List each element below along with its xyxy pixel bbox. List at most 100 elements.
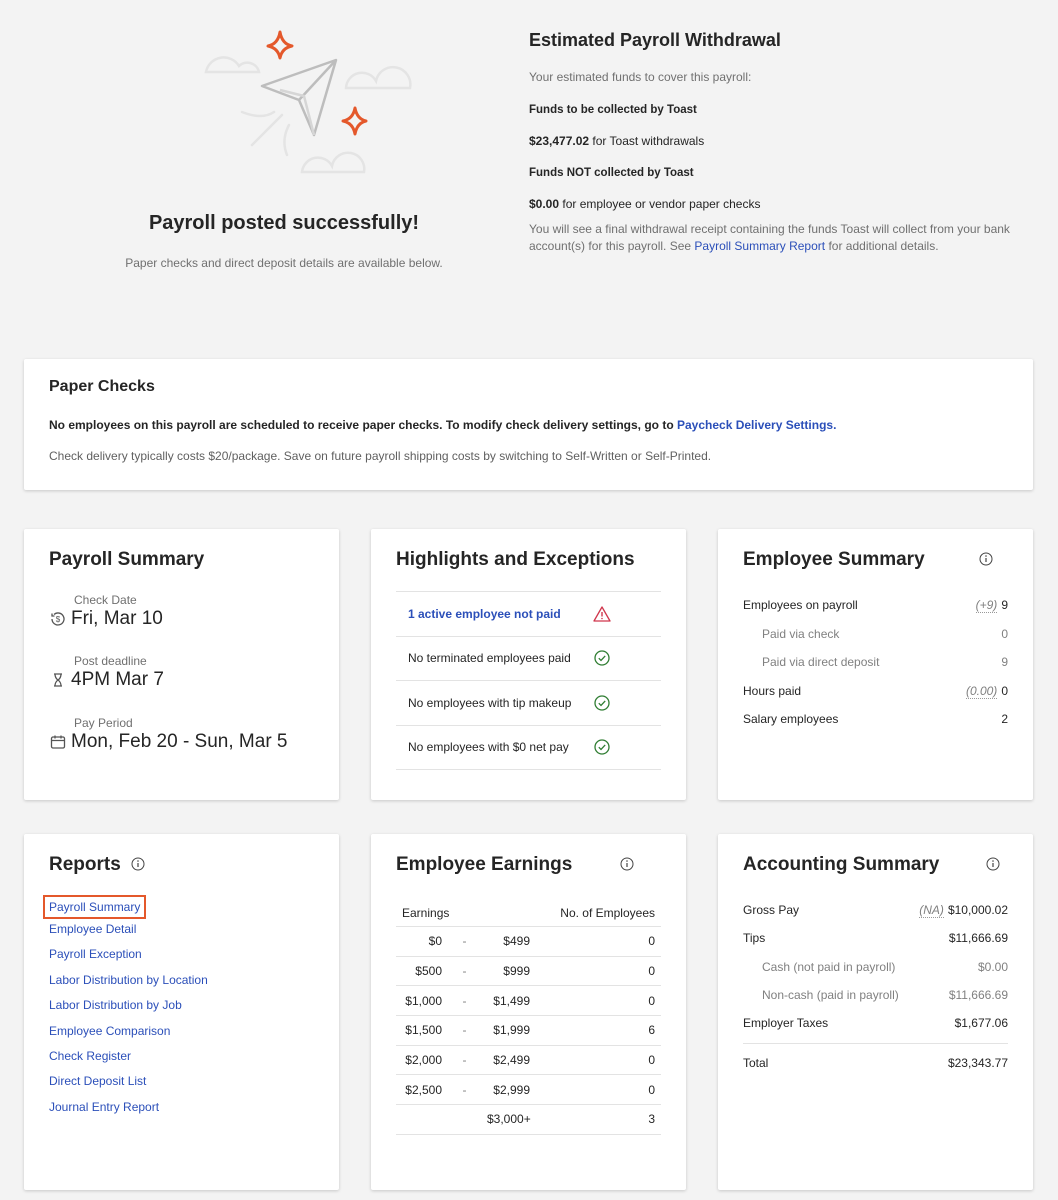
not-collected-line: $0.00 for employee or vendor paper check… [529,197,1019,211]
highlights-list: 1 active employee not paid No terminated… [396,591,661,770]
range-from: $2,500 [405,1082,442,1097]
collected-heading: Funds to be collected by Toast [529,104,697,116]
highlights-title: Highlights and Exceptions [396,549,635,570]
divider [743,1043,1008,1045]
highlight-text: No employees with tip makeup [408,695,572,710]
range-from: $0 [428,934,442,949]
report-link-payroll-summary[interactable]: Payroll Summary [42,895,147,919]
change-note[interactable]: (0.00) [965,683,998,699]
table-row: $2,500 - $2,999 0 [396,1075,661,1106]
row-value-wrap: (NA) $10,000.02 [919,903,1008,919]
report-link-labor-by-location[interactable]: Labor Distribution by Location [49,973,208,998]
row-value-wrap: (+9) 9 [975,598,1008,614]
payroll-summary-report-link[interactable]: Payroll Summary Report [694,239,825,253]
reports-list: Payroll Summary Employee Detail Payroll … [42,895,208,1125]
report-link-employee-detail[interactable]: Employee Detail [49,922,208,947]
paycheck-delivery-settings-link[interactable]: Paycheck Delivery Settings. [677,418,836,432]
col-count: No. of Employees [560,906,655,920]
range-to: $1,999 [493,1023,530,1038]
check-date-item: Check Date $ Fri, Mar 10 [49,593,163,630]
total-label: Total [743,1055,769,1070]
withdrawal-intro: Your estimated funds to cover this payro… [529,70,752,84]
row-label: Paid via direct deposit [762,655,880,670]
row-label: Employees on payroll [743,598,858,613]
employee-count: 0 [648,964,655,979]
not-collected-heading: Funds NOT collected by Toast [529,167,694,179]
note-text-end: for additional details. [825,239,939,253]
report-link-check-register[interactable]: Check Register [49,1049,208,1074]
warning-icon [593,606,611,622]
range-dash: - [462,1023,467,1038]
row-value: 0 [1001,683,1008,698]
col-earnings: Earnings [402,906,450,920]
employee-count: 0 [648,934,655,949]
range-dash: - [462,1053,467,1068]
earnings-table: Earnings No. of Employees $0 - $499 0 $500 -… [396,900,661,1135]
highlight-text: No employees with $0 net pay [408,740,569,755]
row-value: 2 [1001,712,1008,727]
table-row: $0 - $499 0 [396,927,661,957]
accounting-total-row: Total $23,343.77 [743,1048,1008,1076]
highlight-row: No terminated employees paid [396,637,661,681]
accounting-summary-title: Accounting Summary [743,854,940,875]
success-subtitle: Paper checks and direct deposit details … [125,256,443,270]
report-link-journal-entry[interactable]: Journal Entry Report [49,1100,208,1125]
svg-text:$: $ [56,615,61,624]
info-icon[interactable] [986,857,1000,871]
row-value-wrap: (0.00) 0 [965,683,1008,699]
range-dash: - [462,934,467,949]
change-note[interactable]: (NA) [919,903,944,919]
paper-checks-note: Check delivery typically costs $20/packa… [49,449,712,463]
info-icon[interactable] [620,857,634,871]
range-from: $2,000 [405,1053,442,1068]
check-circle-icon [594,650,610,666]
not-collected-amount: $0.00 [529,197,560,211]
accounting-list: Gross Pay (NA) $10,000.02 Tips $11,666.69 C… [743,896,1008,1077]
withdrawal-note: You will see a final withdrawal receipt … [529,221,1019,255]
range-dash: - [462,964,467,979]
check-circle-icon [594,695,610,711]
pay-period-item: Pay Period Mon, Feb 20 - Sun, Mar 5 [49,716,288,753]
withdrawal-title: Estimated Payroll Withdrawal [529,30,781,50]
paper-plane-icon [204,30,412,174]
report-link-employee-comparison[interactable]: Employee Comparison [49,1024,208,1049]
row-label: Tips [743,931,766,946]
check-date-row: $ Fri, Mar 10 [49,608,163,630]
info-icon[interactable] [131,857,145,871]
highlight-row: No employees with $0 net pay [396,726,661,770]
employee-count: 3 [648,1112,655,1127]
employee-summary-card: Employee Summary Employees on payroll (+9… [718,529,1033,800]
payroll-summary-card: Payroll Summary Check Date $ Fri, Mar 10… [24,529,339,800]
active-employee-not-paid-link[interactable]: 1 active employee not paid [408,607,561,621]
report-link-labor-by-job[interactable]: Labor Distribution by Job [49,998,208,1023]
employee-count: 0 [648,1053,655,1068]
hourglass-icon [54,673,62,687]
highlight-text: No terminated employees paid [408,651,571,666]
range-to: $3,000+ [487,1112,531,1127]
range-to: $499 [503,934,530,949]
accounting-row: Tips $11,666.69 [743,924,1008,952]
post-deadline-value: 4PM Mar 7 [71,669,164,690]
check-date-value: Fri, Mar 10 [71,608,163,629]
change-note[interactable]: (+9) [975,598,998,614]
row-value: $0.00 [977,959,1008,974]
employee-summary-title: Employee Summary [743,549,925,570]
table-row: $500 - $999 0 [396,957,661,987]
post-deadline-item: Post deadline 4PM Mar 7 [49,654,164,691]
success-title: Payroll posted successfully! [148,212,420,234]
accounting-summary-card: Accounting Summary Gross Pay (NA) $10,000.… [718,834,1033,1190]
info-icon[interactable] [979,552,993,566]
success-hero [24,0,544,300]
summary-row: Paid via direct deposit 9 [743,648,1008,677]
earnings-table-header: Earnings No. of Employees [396,900,661,927]
summary-row: Paid via check 0 [743,620,1008,649]
report-link-payroll-exception[interactable]: Payroll Exception [49,947,208,972]
report-link-direct-deposit-list[interactable]: Direct Deposit List [49,1074,208,1099]
row-label: Non-cash (paid in payroll) [762,988,899,1003]
row-value: $1,677.06 [954,1016,1008,1031]
row-label: Cash (not paid in payroll) [762,959,896,974]
collected-line: $23,477.02 for Toast withdrawals [529,134,1019,148]
row-label: Hours paid [743,683,802,698]
highlight-row[interactable]: 1 active employee not paid [396,592,661,637]
range-to: $2,499 [493,1053,530,1068]
